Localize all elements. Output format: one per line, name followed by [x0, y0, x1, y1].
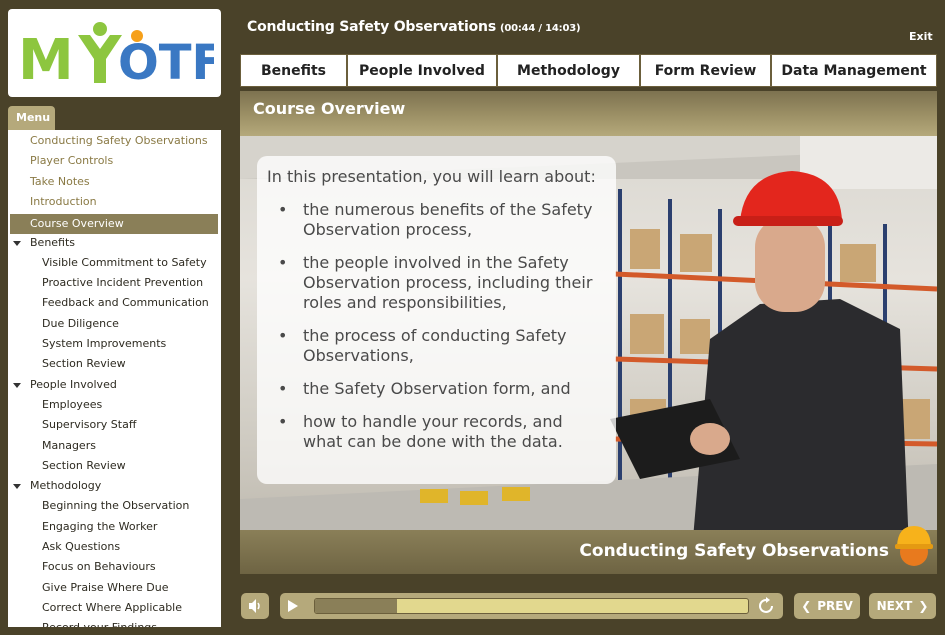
- menu-tab[interactable]: Menu: [8, 106, 55, 130]
- menu-item[interactable]: Engaging the Worker: [42, 520, 157, 540]
- volume-button[interactable]: [241, 593, 269, 619]
- menu-panel: Conducting Safety Observations Player Con…: [8, 130, 221, 627]
- caret-down-icon: [13, 240, 21, 246]
- speaker-icon: [249, 599, 260, 613]
- tab-people-involved[interactable]: People Involved: [347, 54, 497, 87]
- hardhat-icon: [895, 526, 933, 566]
- section-tabs: Benefits People Involved Methodology For…: [240, 54, 937, 87]
- overview-bullet: the people involved in the Safety Observ…: [278, 253, 598, 313]
- menu-item[interactable]: Ask Questions: [42, 540, 120, 560]
- menu-item[interactable]: Visible Commitment to Safety: [42, 256, 207, 276]
- menu-item[interactable]: Course Overview: [10, 214, 218, 235]
- exit-button[interactable]: Exit: [909, 30, 933, 43]
- tab-data-management[interactable]: Data Management: [771, 54, 937, 87]
- slide-footer: Conducting Safety Observations: [240, 526, 937, 574]
- slide-area: In this presentation, you will learn abo…: [240, 119, 937, 574]
- slide-footer-title: Conducting Safety Observations: [579, 541, 889, 561]
- menu-item[interactable]: Section Review: [42, 357, 126, 377]
- logo-m: M: [18, 28, 74, 91]
- overview-bullet: the process of conducting Safety Observa…: [278, 326, 598, 366]
- course-title: Conducting Safety Observations (00:44 / 1…: [247, 19, 581, 35]
- course-header-title: Course Overview: [253, 99, 406, 118]
- course-header: Course Overview: [240, 91, 937, 136]
- menu-item[interactable]: Player Controls: [30, 154, 113, 174]
- menu-item[interactable]: Employees: [42, 398, 102, 418]
- menu-item[interactable]: Feedback and Communication: [42, 296, 209, 316]
- menu-item[interactable]: Due Diligence: [42, 317, 119, 337]
- progress-track[interactable]: [314, 598, 749, 614]
- player-bar: [280, 593, 783, 619]
- menu-item[interactable]: Methodology: [13, 479, 101, 499]
- menu-item[interactable]: Correct Where Applicable: [42, 601, 182, 621]
- menu-item[interactable]: Record your Findings: [42, 621, 157, 627]
- logo: M OTF: [8, 9, 221, 97]
- overview-bullet: how to handle your records, and what can…: [278, 412, 598, 452]
- progress-fill: [315, 599, 398, 613]
- overview-bullet: the numerous benefits of the Safety Obse…: [278, 200, 598, 240]
- overview-list: the numerous benefits of the Safety Obse…: [278, 200, 598, 465]
- menu-item[interactable]: Proactive Incident Prevention: [42, 276, 203, 296]
- menu-item[interactable]: Section Review: [42, 459, 126, 479]
- replay-icon[interactable]: [757, 597, 775, 615]
- overview-bullet: the Safety Observation form, and: [278, 379, 598, 399]
- overview-lead: In this presentation, you will learn abo…: [267, 167, 596, 186]
- tab-methodology[interactable]: Methodology: [497, 54, 640, 87]
- menu-item[interactable]: Give Praise Where Due: [42, 581, 168, 601]
- menu-item[interactable]: Conducting Safety Observations: [30, 134, 208, 154]
- menu-item[interactable]: Introduction: [30, 195, 97, 215]
- tab-form-review[interactable]: Form Review: [640, 54, 771, 87]
- prev-button[interactable]: ❮ PREV: [794, 593, 860, 619]
- next-label: NEXT: [876, 599, 913, 613]
- menu-item[interactable]: Benefits: [13, 236, 75, 256]
- chevron-left-icon: ❮: [801, 599, 812, 613]
- next-button[interactable]: NEXT ❯: [869, 593, 936, 619]
- tab-benefits[interactable]: Benefits: [240, 54, 347, 87]
- myotf-logo: M OTF: [18, 22, 214, 91]
- menu-item[interactable]: Supervisory Staff: [42, 418, 136, 438]
- menu-item[interactable]: People Involved: [13, 378, 117, 398]
- caret-down-icon: [13, 484, 21, 490]
- menu-item[interactable]: System Improvements: [42, 337, 166, 357]
- chevron-right-icon: ❯: [918, 599, 929, 613]
- menu-item[interactable]: Managers: [42, 439, 96, 459]
- menu-item[interactable]: Take Notes: [30, 175, 90, 195]
- prev-label: PREV: [817, 599, 853, 613]
- caret-down-icon: [13, 382, 21, 388]
- menu-item[interactable]: Beginning the Observation: [42, 499, 189, 519]
- course-title-text: Conducting Safety Observations: [247, 19, 496, 35]
- logo-otf: OTF: [118, 35, 214, 91]
- menu-item[interactable]: Focus on Behaviours: [42, 560, 156, 580]
- play-icon[interactable]: [288, 600, 298, 612]
- playback-time: (00:44 / 14:03): [499, 23, 581, 34]
